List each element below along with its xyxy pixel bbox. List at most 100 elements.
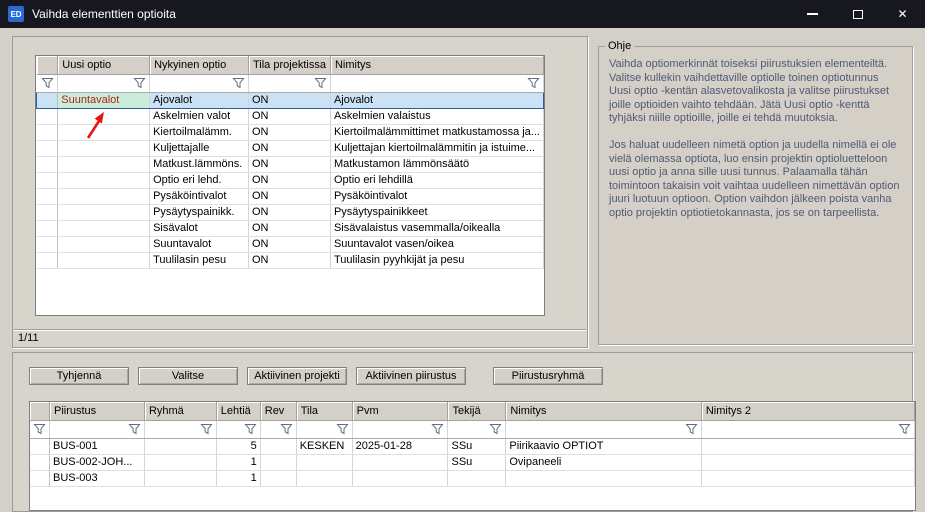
cell[interactable]: ON (248, 108, 330, 124)
table-row[interactable]: Kiertoilmalämm.ONKiertoilmalämmittimet m… (37, 124, 544, 140)
cell[interactable]: Sisävalaistus vasemmalla/oikealla (330, 220, 543, 236)
cell[interactable] (506, 470, 701, 486)
filter-funnel-icon[interactable] (431, 423, 444, 435)
cell[interactable] (144, 438, 216, 454)
active-project-button[interactable]: Aktiivinen projekti (247, 367, 347, 385)
cell[interactable] (58, 172, 150, 188)
table-row[interactable]: SuuntavalotAjovalotONAjovalot (37, 92, 544, 108)
cell[interactable]: BUS-002-JOH... (50, 454, 145, 470)
cell[interactable]: Piirikaavio OPTIOT (506, 438, 701, 454)
cell[interactable] (58, 124, 150, 140)
cell[interactable]: Ajovalot (330, 92, 543, 108)
filter-cell[interactable] (701, 420, 914, 438)
filter-funnel-icon[interactable] (898, 423, 911, 435)
table-row[interactable]: Pysäytyspainikk.ONPysäytyspainikkeet (37, 204, 544, 220)
cell[interactable] (58, 204, 150, 220)
cell[interactable]: Tuulilasin pesu (150, 252, 249, 268)
cell[interactable] (296, 470, 352, 486)
cell[interactable] (58, 220, 150, 236)
cell[interactable]: Suuntavalot vasen/oikea (330, 236, 543, 252)
table-row[interactable]: Matkust.lämmöns.ONMatkustamon lämmönsäät… (37, 156, 544, 172)
cell[interactable] (58, 140, 150, 156)
filter-cell[interactable] (448, 420, 506, 438)
cell[interactable]: BUS-003 (50, 470, 145, 486)
table-row[interactable]: KuljettajalleONKuljettajan kiertoilmaläm… (37, 140, 544, 156)
cell[interactable]: ON (248, 188, 330, 204)
filter-cell[interactable] (150, 74, 249, 92)
cell[interactable]: ON (248, 252, 330, 268)
cell[interactable]: Pysäytyspainikkeet (330, 204, 543, 220)
cell[interactable]: Sisävalot (150, 220, 249, 236)
filter-funnel-icon[interactable] (336, 423, 349, 435)
cell[interactable]: 1 (216, 470, 260, 486)
cell[interactable]: KESKEN (296, 438, 352, 454)
cell[interactable]: BUS-001 (50, 438, 145, 454)
cell[interactable]: Matkust.lämmöns. (150, 156, 249, 172)
cell[interactable]: ON (248, 140, 330, 156)
cell[interactable] (701, 470, 914, 486)
cell[interactable]: Pysäytyspainikk. (150, 204, 249, 220)
cell[interactable]: 1 (216, 454, 260, 470)
cell[interactable] (260, 470, 296, 486)
clear-button[interactable]: Tyhjennä (29, 367, 129, 385)
table-row[interactable]: PysäköintivalotONPysäköintivalot (37, 188, 544, 204)
filter-funnel-icon[interactable] (200, 423, 213, 435)
cell[interactable]: Askelmien valaistus (330, 108, 543, 124)
filter-cell[interactable] (248, 74, 330, 92)
filter-cell[interactable] (296, 420, 352, 438)
filter-cell[interactable] (330, 74, 543, 92)
filter-cell[interactable] (260, 420, 296, 438)
filter-funnel-icon[interactable] (128, 423, 141, 435)
cell[interactable]: SSu (448, 454, 506, 470)
filter-cell[interactable] (352, 420, 448, 438)
cell[interactable]: Ajovalot (150, 92, 249, 108)
cell[interactable]: Kiertoilmalämmittimet matkustamossa ja..… (330, 124, 543, 140)
cell[interactable]: ON (248, 172, 330, 188)
column-header[interactable]: Rev (260, 402, 296, 420)
minimize-button[interactable] (790, 0, 835, 28)
filter-cell[interactable] (506, 420, 701, 438)
filter-funnel-icon[interactable] (133, 77, 146, 89)
cell[interactable]: Kuljettajalle (150, 140, 249, 156)
filter-cell[interactable] (50, 420, 145, 438)
column-header[interactable]: Nykyinen optio (150, 56, 249, 74)
cell[interactable]: ON (248, 220, 330, 236)
table-row[interactable]: BUS-003 1 (30, 470, 915, 486)
cell[interactable]: Kuljettajan kiertoilmalämmitin ja istuim… (330, 140, 543, 156)
cell[interactable] (352, 470, 448, 486)
cell[interactable] (701, 454, 914, 470)
filter-cell[interactable] (58, 74, 150, 92)
cell[interactable] (58, 252, 150, 268)
column-header[interactable]: Tila projektissa (248, 56, 330, 74)
column-header[interactable]: Ryhmä (144, 402, 216, 420)
cell[interactable]: 5 (216, 438, 260, 454)
filter-cell[interactable] (144, 420, 216, 438)
column-header[interactable]: Pvm (352, 402, 448, 420)
table-row[interactable]: Optio eri lehd.ONOptio eri lehdillä (37, 172, 544, 188)
cell[interactable]: Pysäköintivalot (150, 188, 249, 204)
column-header[interactable]: Nimitys 2 (701, 402, 914, 420)
cell[interactable]: SSu (448, 438, 506, 454)
table-row[interactable]: Askelmien valotONAskelmien valaistus (37, 108, 544, 124)
cell[interactable]: ON (248, 124, 330, 140)
cell[interactable] (352, 454, 448, 470)
cell[interactable] (144, 470, 216, 486)
cell[interactable] (58, 188, 150, 204)
cell[interactable]: Kiertoilmalämm. (150, 124, 249, 140)
column-header[interactable]: Piirustus (50, 402, 145, 420)
cell[interactable] (260, 438, 296, 454)
table-row[interactable]: BUS-002-JOH...1SSuOvipaneeli (30, 454, 915, 470)
maximize-button[interactable] (835, 0, 880, 28)
cell[interactable]: ON (248, 236, 330, 252)
filter-funnel-icon[interactable] (33, 423, 46, 435)
filter-funnel-icon[interactable] (280, 423, 293, 435)
filter-funnel-icon[interactable] (314, 77, 327, 89)
active-drawing-button[interactable]: Aktiivinen piirustus (356, 367, 466, 385)
cell[interactable]: ON (248, 156, 330, 172)
close-button[interactable] (880, 0, 925, 28)
table-row[interactable]: Tuulilasin pesuONTuulilasin pyyhkijät ja… (37, 252, 544, 268)
cell[interactable]: Askelmien valot (150, 108, 249, 124)
column-header[interactable]: Tila (296, 402, 352, 420)
cell[interactable]: Pysäköintivalot (330, 188, 543, 204)
filter-cell[interactable] (37, 74, 58, 92)
